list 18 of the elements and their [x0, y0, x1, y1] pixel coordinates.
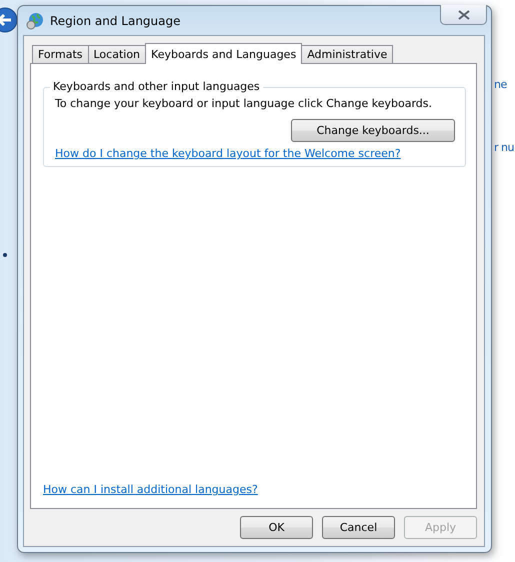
- close-icon: [458, 10, 470, 20]
- tab[interactable]: Location: [88, 45, 146, 63]
- help-link[interactable]: How can I install additional languages?: [43, 483, 258, 496]
- change-keyboards-button[interactable]: Change keyboards...: [291, 119, 455, 142]
- close-button[interactable]: [440, 5, 487, 25]
- window-title: Region and Language: [50, 14, 181, 28]
- tab[interactable]: Keyboards and Languages: [145, 43, 302, 64]
- instruction-text: To change your keyboard or input language click Change keyboards.: [55, 97, 433, 110]
- help-link[interactable]: How do I change the keyboard layout for the Welcome screen?: [55, 147, 401, 160]
- bullet-dot: [3, 253, 7, 257]
- tab[interactable]: Formats: [32, 45, 88, 63]
- background-text: r nu: [494, 141, 514, 154]
- dialog-button[interactable]: Cancel: [322, 516, 395, 539]
- background-text: ne: [494, 78, 507, 91]
- group-title: Keyboards and other input languages: [50, 80, 263, 93]
- dialog-button[interactable]: OK: [240, 516, 313, 539]
- tab[interactable]: Administrative: [301, 45, 394, 63]
- globe-icon: [26, 12, 44, 30]
